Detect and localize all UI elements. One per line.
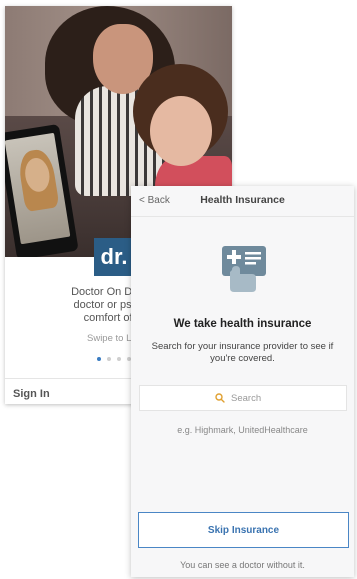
app-logo: dr. bbox=[94, 238, 134, 276]
page-title: Health Insurance bbox=[200, 194, 285, 206]
sign-in-button[interactable]: Sign In bbox=[13, 388, 50, 400]
page-indicator bbox=[97, 357, 131, 361]
heading: We take health insurance bbox=[173, 318, 312, 330]
page-dot[interactable] bbox=[117, 357, 121, 361]
nav-bar: < Back Health Insurance bbox=[131, 186, 354, 217]
skip-note: You can see a doctor without it. bbox=[180, 560, 305, 570]
description: Search for your insurance provider to se… bbox=[151, 341, 334, 364]
search-icon bbox=[215, 393, 225, 403]
page-dot[interactable] bbox=[107, 357, 111, 361]
skip-insurance-button[interactable]: Skip Insurance bbox=[138, 512, 349, 548]
insurance-search-field[interactable] bbox=[139, 385, 347, 411]
insurance-card-hand-icon bbox=[222, 246, 266, 292]
health-insurance-screen: < Back Health Insurance We take health i… bbox=[131, 186, 354, 577]
swipe-hint: Swipe to Le bbox=[87, 333, 137, 344]
page-dot-active[interactable] bbox=[97, 357, 101, 361]
search-example-hint: e.g. Highmark, UnitedHealthcare bbox=[177, 425, 308, 435]
search-input[interactable] bbox=[231, 392, 271, 404]
